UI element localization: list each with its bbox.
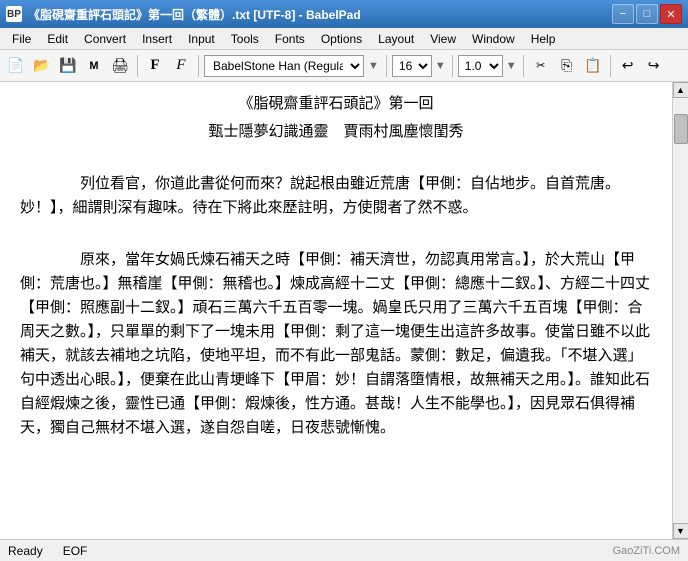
title-bar-left: BP 《脂硯齋重評石頭記》第一回（繁體）.txt [UTF-8] - Babel… xyxy=(6,6,361,23)
font-bold-F[interactable]: F xyxy=(143,54,167,78)
vertical-scrollbar[interactable]: ▲ ▼ xyxy=(672,82,688,539)
size-dropdown-arrow: ▼ xyxy=(434,60,447,72)
text-title-1: 《脂硯齋重評石頭記》第一回 xyxy=(20,92,652,116)
toolbar-separator-4 xyxy=(452,55,453,77)
menu-bar: File Edit Convert Insert Input Tools Fon… xyxy=(0,28,688,50)
font-dropdown-arrow: ▼ xyxy=(366,60,381,72)
toolbar-separator-6 xyxy=(610,55,611,77)
menu-tools[interactable]: Tools xyxy=(223,30,267,48)
window-title: 《脂硯齋重評石頭記》第一回（繁體）.txt [UTF-8] - BabelPad xyxy=(28,6,361,23)
title-bar-controls[interactable]: − □ ✕ xyxy=(612,4,682,24)
toolbar-separator-3 xyxy=(386,55,387,77)
undo-button[interactable]: ↩ xyxy=(616,54,640,78)
menu-view[interactable]: View xyxy=(422,30,464,48)
toolbar-separator-5 xyxy=(523,55,524,77)
toolbar-separator-1 xyxy=(137,55,138,77)
app-icon: BP xyxy=(6,6,22,22)
spacing-dropdown-arrow: ▼ xyxy=(505,60,518,72)
cut-button[interactable]: ✂ xyxy=(529,54,553,78)
save-all-button[interactable]: M xyxy=(82,54,106,78)
text-paragraph-1: 列位看官，你道此書從何而來？說起根由雖近荒唐【甲側：自佔地步。自首荒唐。妙！】，… xyxy=(20,172,652,220)
font-italic-F[interactable]: F xyxy=(169,54,193,78)
print-button[interactable]: 🖨 xyxy=(108,54,132,78)
status-left: Ready EOF xyxy=(8,544,87,558)
scroll-down-button[interactable]: ▼ xyxy=(673,523,688,539)
title-bar: BP 《脂硯齋重評石頭記》第一回（繁體）.txt [UTF-8] - Babel… xyxy=(0,0,688,28)
menu-edit[interactable]: Edit xyxy=(39,30,76,48)
font-selector[interactable]: BabelStone Han (Regular) xyxy=(204,55,364,77)
maximize-button[interactable]: □ xyxy=(636,4,658,24)
paste-button[interactable]: 📋 xyxy=(581,54,605,78)
save-button[interactable]: 💾 xyxy=(56,54,80,78)
text-title-2: 甄士隱夢幻識通靈 賈雨村風塵懷閨秀 xyxy=(20,120,652,144)
open-button[interactable]: 📂 xyxy=(30,54,54,78)
scroll-up-button[interactable]: ▲ xyxy=(673,82,688,98)
menu-input[interactable]: Input xyxy=(180,30,223,48)
minimize-button[interactable]: − xyxy=(612,4,634,24)
editor-container: 《脂硯齋重評石頭記》第一回 甄士隱夢幻識通靈 賈雨村風塵懷閨秀 列位看官，你道此… xyxy=(0,82,688,539)
menu-layout[interactable]: Layout xyxy=(370,30,422,48)
close-button[interactable]: ✕ xyxy=(660,4,682,24)
toolbar: 📄 📂 💾 M 🖨 F F BabelStone Han (Regular) ▼… xyxy=(0,50,688,82)
scroll-thumb[interactable] xyxy=(674,114,688,144)
text-paragraph-2: 原來，當年女媧氏煉石補天之時【甲側：補天濟世，勿認真用常言。】，於大荒山【甲側：… xyxy=(20,248,652,440)
status-bar: Ready EOF GaoZiTi.COM xyxy=(0,539,688,561)
redo-button[interactable]: ↪ xyxy=(642,54,666,78)
menu-fonts[interactable]: Fonts xyxy=(267,30,313,48)
menu-options[interactable]: Options xyxy=(313,30,370,48)
menu-help[interactable]: Help xyxy=(523,30,564,48)
watermark: GaoZiTi.COM xyxy=(613,545,680,557)
font-size-selector[interactable]: 16 xyxy=(392,55,432,77)
menu-file[interactable]: File xyxy=(4,30,39,48)
status-eof: EOF xyxy=(63,544,88,558)
editor-content[interactable]: 《脂硯齋重評石頭記》第一回 甄士隱夢幻識通靈 賈雨村風塵懷閨秀 列位看官，你道此… xyxy=(0,82,672,539)
toolbar-separator-2 xyxy=(198,55,199,77)
menu-window[interactable]: Window xyxy=(464,30,523,48)
copy-button[interactable]: ⎘ xyxy=(555,54,579,78)
menu-convert[interactable]: Convert xyxy=(76,30,134,48)
menu-insert[interactable]: Insert xyxy=(134,30,180,48)
new-button[interactable]: 📄 xyxy=(4,54,28,78)
line-spacing-selector[interactable]: 1.0 xyxy=(458,55,503,77)
status-ready: Ready xyxy=(8,544,43,558)
